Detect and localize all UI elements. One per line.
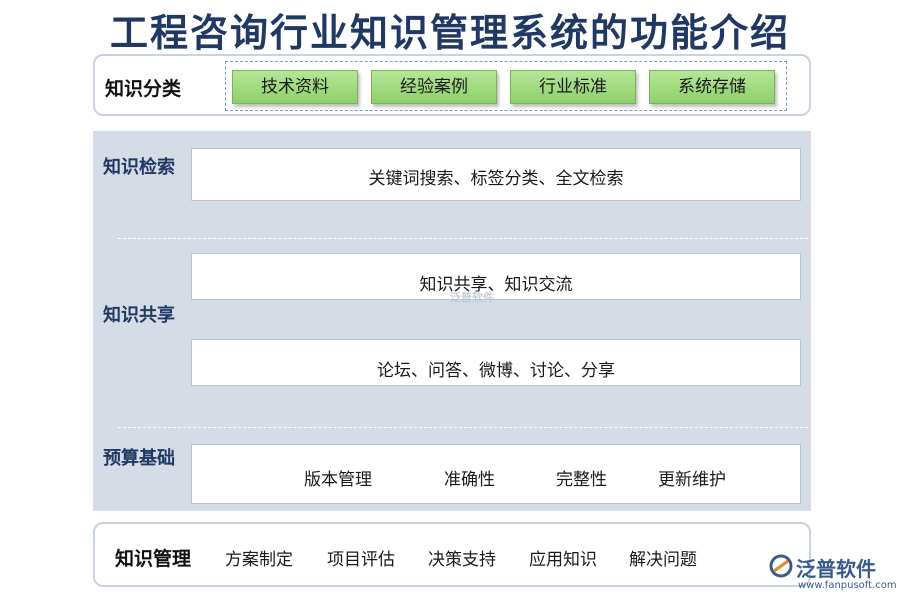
management-item-decision: 决策支持 [428,550,496,570]
management-item-apply: 应用知识 [529,550,597,570]
management-item-solve: 解决问题 [629,550,697,570]
sharing-content-box-2: 论坛、问答、微博、讨论、分享 [191,339,801,386]
budget-item-completeness: 完整性 [556,470,607,490]
management-item-plan: 方案制定 [225,550,293,570]
management-label: 知识管理 [115,548,192,570]
category-system-storage: 系统存储 [649,70,775,104]
category-experience-cases: 经验案例 [371,70,497,104]
budget-item-update-maintenance: 更新维护 [658,470,726,490]
watermark-logo: 泛普软件 [450,291,494,304]
budget-label: 预算基础 [103,448,175,469]
budget-item-version-management: 版本管理 [304,470,372,490]
retrieval-label: 知识检索 [103,157,175,178]
logo-name: 泛普软件 [796,557,876,581]
page-title: 工程咨询行业知识管理系统的功能介绍 [109,11,790,55]
sharing-label: 知识共享 [103,305,175,326]
classification-label: 知识分类 [105,78,182,100]
management-item-evaluation: 项目评估 [327,550,395,570]
main-panel: 知识检索 关键词搜索、标签分类、全文检索 知识共享 知识共享、知识交流 泛普软件… [93,131,811,511]
brand-logo: 泛普软件 www.fanpusoft.com [768,553,897,591]
logo-icon [769,554,793,578]
category-industry-standards: 行业标准 [510,70,636,104]
retrieval-content-box: 关键词搜索、标签分类、全文检索 [191,148,801,201]
divider-1 [118,238,808,239]
budget-content-box: 版本管理 准确性 完整性 更新维护 [191,444,801,504]
logo-url: www.fanpusoft.com [798,580,897,591]
classification-group: 技术资料 经验案例 行业标准 系统存储 [225,61,787,111]
category-technical-data: 技术资料 [232,70,358,104]
budget-item-accuracy: 准确性 [444,470,495,490]
management-box: 知识管理 方案制定 项目评估 决策支持 应用知识 解决问题 [93,522,811,587]
sharing-content-box-1: 知识共享、知识交流 [191,253,801,300]
divider-2 [118,427,808,428]
classification-box: 知识分类 技术资料 经验案例 行业标准 系统存储 [93,54,811,116]
